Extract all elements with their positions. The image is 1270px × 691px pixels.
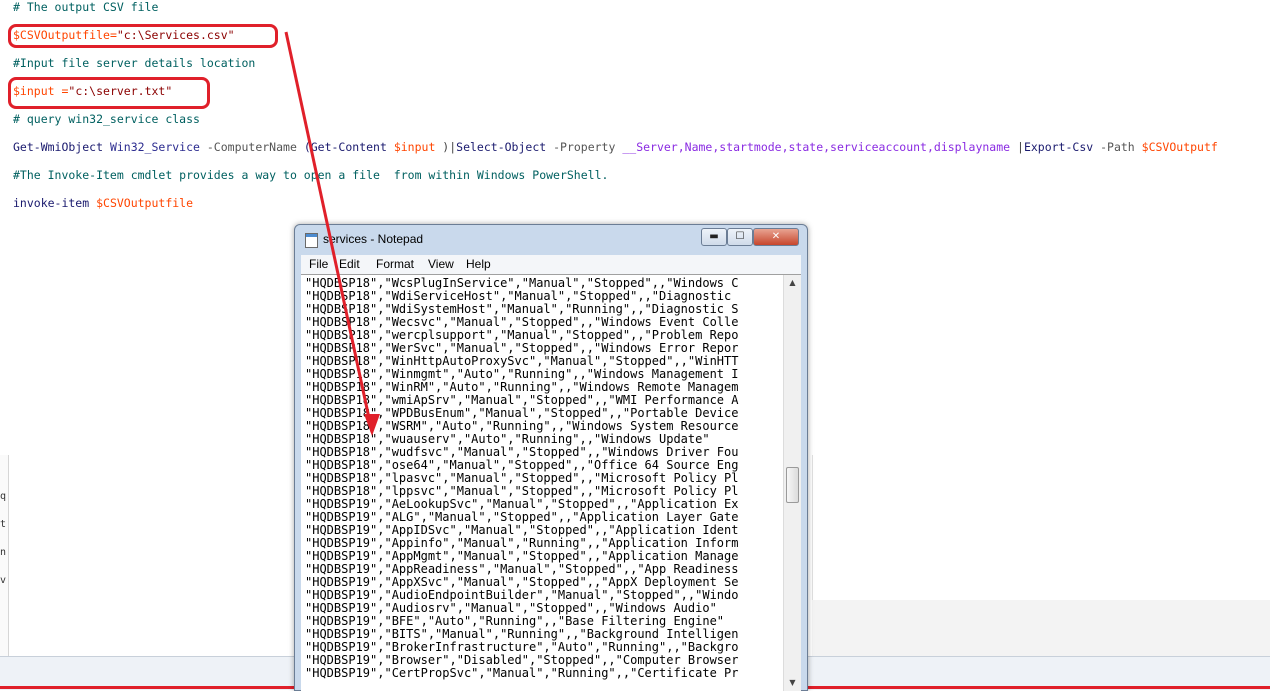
arrow-shaft: [284, 31, 374, 433]
red-annotation-arrow: [284, 31, 380, 436]
arrow-head: [364, 414, 380, 436]
